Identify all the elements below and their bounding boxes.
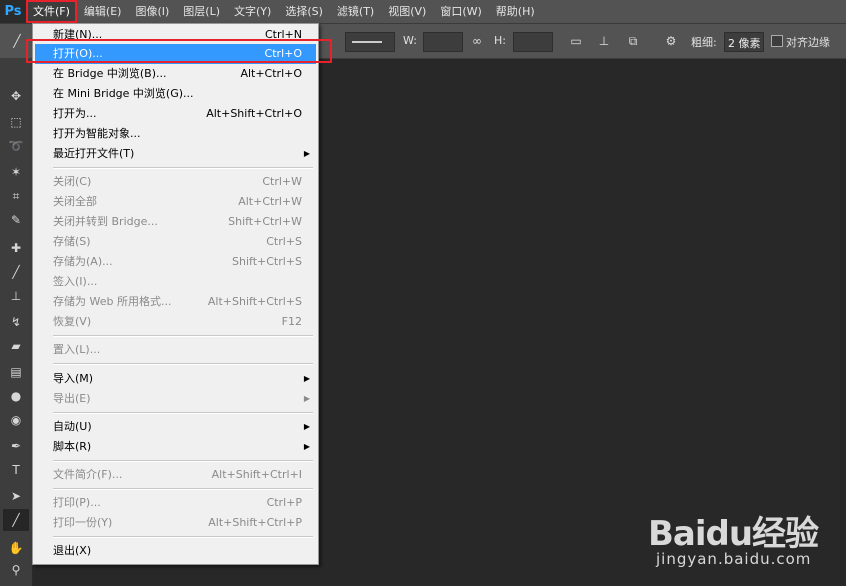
magic-wand-tool-icon[interactable]: ✶: [3, 161, 29, 183]
menu-item-export[interactable]: 导出(E) ▶: [35, 389, 316, 409]
menu-file[interactable]: 文件(F): [26, 0, 77, 23]
marquee-tool-icon[interactable]: ⬚: [3, 111, 29, 133]
menu-item-open-as-smart-object[interactable]: 打开为智能对象...: [35, 124, 316, 144]
line-tool-icon[interactable]: ╱: [3, 509, 29, 531]
toolbox: ✥ ⬚ ➰ ✶ ⌗ ✎ ✚ ╱ ⊥ ↯ ▰ ▤ ● ◉ ✒ T ➤ ╱ ✋ ⚲: [0, 59, 33, 586]
baidu-logo: Baidu经验: [648, 514, 819, 554]
move-tool-icon[interactable]: ✥: [3, 85, 29, 107]
menu-item-close-all[interactable]: 关闭全部 Alt+Ctrl+W: [35, 192, 316, 212]
hand-tool-icon[interactable]: ✋: [3, 537, 29, 559]
path-alignment-icon[interactable]: ⊥: [595, 32, 613, 50]
gradient-tool-icon[interactable]: ▤: [3, 361, 29, 383]
path-operations-icon[interactable]: ▭: [567, 32, 585, 50]
menu-select[interactable]: 选择(S): [278, 0, 330, 23]
menu-item-open-as[interactable]: 打开为... Alt+Shift+Ctrl+O: [35, 104, 316, 124]
menu-item-print-one-copy[interactable]: 打印一份(Y) Alt+Shift+Ctrl+P: [35, 513, 316, 533]
stroke-type-select[interactable]: [345, 32, 395, 52]
menu-item-save[interactable]: 存储(S) Ctrl+S: [35, 232, 316, 252]
menu-item-save-for-web[interactable]: 存储为 Web 所用格式... Alt+Shift+Ctrl+S: [35, 292, 316, 312]
menu-separator: [53, 412, 313, 414]
menu-item-scripts[interactable]: 脚本(R) ▶: [35, 437, 316, 457]
menu-filter[interactable]: 滤镜(T): [330, 0, 381, 23]
clone-stamp-tool-icon[interactable]: ⊥: [3, 285, 29, 307]
menu-item-recent-files[interactable]: 最近打开文件(T) ▶: [35, 144, 316, 164]
file-menu-dropdown: 新建(N)... Ctrl+N 打开(O)... Ctrl+O 在 Bridge 中…: [32, 23, 319, 565]
menu-separator: [53, 167, 313, 169]
menu-item-print[interactable]: 打印(P)... Ctrl+P: [35, 493, 316, 513]
menu-item-place[interactable]: 置入(L)...: [35, 340, 316, 360]
eyedropper-tool-icon[interactable]: ✎: [3, 209, 29, 231]
menu-item-revert[interactable]: 恢复(V) F12: [35, 312, 316, 332]
crop-tool-icon[interactable]: ⌗: [3, 185, 29, 207]
line-tool-icon[interactable]: ╱: [8, 32, 26, 50]
open-annotation-highlight: [26, 39, 332, 63]
stroke-weight-value: 2 像素: [728, 37, 761, 50]
width-input[interactable]: [423, 32, 463, 52]
pen-tool-icon[interactable]: ✒: [3, 435, 29, 457]
stroke-weight-label: 粗细:: [691, 36, 717, 49]
menu-separator: [53, 488, 313, 490]
eraser-tool-icon[interactable]: ▰: [3, 335, 29, 357]
menu-item-save-as[interactable]: 存储为(A)... Shift+Ctrl+S: [35, 252, 316, 272]
menu-edit[interactable]: 编辑(E): [77, 0, 129, 23]
stroke-line-icon: [352, 41, 382, 43]
menu-item-check-in[interactable]: 签入(I)...: [35, 272, 316, 292]
gear-icon[interactable]: ⚙: [662, 32, 680, 50]
stroke-weight-input[interactable]: 2 像素: [724, 32, 764, 52]
menu-bar: Ps 文件(F) 编辑(E) 图像(I) 图层(L) 文字(Y) 选择(S) 滤…: [0, 0, 846, 24]
menu-type[interactable]: 文字(Y): [227, 0, 278, 23]
height-input[interactable]: [513, 32, 553, 52]
menu-separator: [53, 335, 313, 337]
menu-view[interactable]: 视图(V): [381, 0, 433, 23]
menu-item-file-info[interactable]: 文件简介(F)... Alt+Shift+Ctrl+I: [35, 465, 316, 485]
photoshop-logo: Ps: [0, 0, 26, 23]
submenu-arrow-icon: ▶: [303, 422, 310, 431]
blur-tool-icon[interactable]: ●: [3, 385, 29, 407]
height-label: H:: [494, 34, 506, 47]
menu-item-browse-bridge[interactable]: 在 Bridge 中浏览(B)... Alt+Ctrl+O: [35, 64, 316, 84]
menu-layer[interactable]: 图层(L): [176, 0, 227, 23]
menu-item-close[interactable]: 关闭(C) Ctrl+W: [35, 172, 316, 192]
path-selection-tool-icon[interactable]: ➤: [3, 485, 29, 507]
align-edges-checkbox[interactable]: [771, 35, 783, 47]
menu-item-browse-mini-bridge[interactable]: 在 Mini Bridge 中浏览(G)...: [35, 84, 316, 104]
menu-separator: [53, 363, 313, 365]
submenu-arrow-icon: ▶: [303, 374, 310, 383]
dodge-tool-icon[interactable]: ◉: [3, 409, 29, 431]
menu-separator: [53, 536, 313, 538]
menu-item-close-go-bridge[interactable]: 关闭并转到 Bridge... Shift+Ctrl+W: [35, 212, 316, 232]
link-icon[interactable]: ∞: [468, 32, 486, 50]
brush-tool-icon[interactable]: ╱: [3, 261, 29, 283]
lasso-tool-icon[interactable]: ➰: [3, 135, 29, 157]
history-brush-tool-icon[interactable]: ↯: [3, 311, 29, 333]
baidu-watermark: Baidu经验 jingyan.baidu.com: [648, 506, 838, 576]
menu-item-exit[interactable]: 退出(X): [35, 541, 316, 561]
submenu-arrow-icon: ▶: [303, 442, 310, 451]
watermark-url: jingyan.baidu.com: [656, 550, 812, 568]
zoom-tool-icon[interactable]: ⚲: [3, 559, 29, 581]
menu-separator: [53, 460, 313, 462]
menu-image[interactable]: 图像(I): [128, 0, 176, 23]
menu-item-automate[interactable]: 自动(U) ▶: [35, 417, 316, 437]
menu-help[interactable]: 帮助(H): [489, 0, 542, 23]
submenu-arrow-icon: ▶: [303, 394, 310, 403]
align-edges-label: 对齐边缘: [786, 36, 830, 49]
submenu-arrow-icon: ▶: [303, 149, 310, 158]
menu-window[interactable]: 窗口(W): [433, 0, 488, 23]
type-tool-icon[interactable]: T: [3, 459, 29, 481]
healing-brush-tool-icon[interactable]: ✚: [3, 237, 29, 259]
width-label: W:: [403, 34, 417, 47]
menu-item-import[interactable]: 导入(M) ▶: [35, 369, 316, 389]
path-arrangement-icon[interactable]: ⧉: [624, 32, 642, 50]
